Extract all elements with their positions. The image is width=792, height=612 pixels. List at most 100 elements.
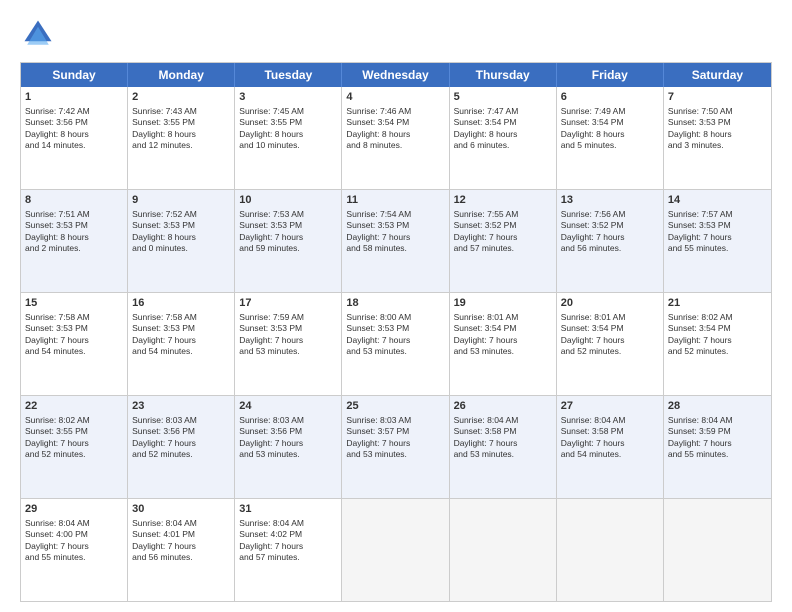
day-number: 31 — [239, 502, 337, 517]
day-info: Sunrise: 7:43 AM — [132, 106, 230, 117]
day-info: Daylight: 7 hours — [668, 438, 767, 449]
day-info: Sunrise: 7:46 AM — [346, 106, 444, 117]
day-number: 26 — [454, 399, 552, 414]
day-number: 28 — [668, 399, 767, 414]
calendar-row: 15Sunrise: 7:58 AMSunset: 3:53 PMDayligh… — [21, 293, 771, 396]
day-info: and 53 minutes. — [346, 346, 444, 357]
calendar-cell: 21Sunrise: 8:02 AMSunset: 3:54 PMDayligh… — [664, 293, 771, 395]
day-info: Sunrise: 7:42 AM — [25, 106, 123, 117]
calendar-cell: 6Sunrise: 7:49 AMSunset: 3:54 PMDaylight… — [557, 87, 664, 189]
day-number: 29 — [25, 502, 123, 517]
day-info: Sunset: 3:54 PM — [561, 323, 659, 334]
day-info: Daylight: 8 hours — [132, 129, 230, 140]
day-info: Daylight: 8 hours — [25, 232, 123, 243]
calendar-cell: 18Sunrise: 8:00 AMSunset: 3:53 PMDayligh… — [342, 293, 449, 395]
day-info: Sunset: 3:54 PM — [454, 117, 552, 128]
day-info: Sunset: 3:54 PM — [561, 117, 659, 128]
day-info: Sunrise: 7:53 AM — [239, 209, 337, 220]
day-info: Daylight: 7 hours — [346, 335, 444, 346]
calendar-cell: 16Sunrise: 7:58 AMSunset: 3:53 PMDayligh… — [128, 293, 235, 395]
day-info: Daylight: 8 hours — [25, 129, 123, 140]
calendar-row: 8Sunrise: 7:51 AMSunset: 3:53 PMDaylight… — [21, 190, 771, 293]
day-info: and 53 minutes. — [454, 346, 552, 357]
header — [20, 16, 772, 52]
calendar-cell: 19Sunrise: 8:01 AMSunset: 3:54 PMDayligh… — [450, 293, 557, 395]
day-info: and 3 minutes. — [668, 140, 767, 151]
day-info: Sunset: 4:02 PM — [239, 529, 337, 540]
calendar-cell: 1Sunrise: 7:42 AMSunset: 3:56 PMDaylight… — [21, 87, 128, 189]
day-info: Daylight: 7 hours — [454, 335, 552, 346]
day-info: Sunset: 3:53 PM — [25, 220, 123, 231]
day-number: 30 — [132, 502, 230, 517]
day-info: Daylight: 7 hours — [454, 438, 552, 449]
day-info: Sunset: 3:54 PM — [346, 117, 444, 128]
day-info: and 55 minutes. — [668, 449, 767, 460]
day-info: and 56 minutes. — [132, 552, 230, 563]
day-info: Sunrise: 7:52 AM — [132, 209, 230, 220]
day-info: Sunset: 3:52 PM — [561, 220, 659, 231]
calendar-cell — [342, 499, 449, 601]
calendar-cell: 28Sunrise: 8:04 AMSunset: 3:59 PMDayligh… — [664, 396, 771, 498]
calendar-cell: 29Sunrise: 8:04 AMSunset: 4:00 PMDayligh… — [21, 499, 128, 601]
day-info: Daylight: 7 hours — [132, 541, 230, 552]
day-info: Daylight: 7 hours — [668, 232, 767, 243]
day-info: Daylight: 7 hours — [239, 438, 337, 449]
weekday-header: Thursday — [450, 63, 557, 87]
calendar-cell: 14Sunrise: 7:57 AMSunset: 3:53 PMDayligh… — [664, 190, 771, 292]
calendar-cell: 12Sunrise: 7:55 AMSunset: 3:52 PMDayligh… — [450, 190, 557, 292]
day-info: Daylight: 8 hours — [668, 129, 767, 140]
day-number: 3 — [239, 90, 337, 105]
calendar-cell: 3Sunrise: 7:45 AMSunset: 3:55 PMDaylight… — [235, 87, 342, 189]
day-info: and 8 minutes. — [346, 140, 444, 151]
day-info: Daylight: 7 hours — [346, 438, 444, 449]
calendar-cell — [664, 499, 771, 601]
day-number: 23 — [132, 399, 230, 414]
calendar-cell: 27Sunrise: 8:04 AMSunset: 3:58 PMDayligh… — [557, 396, 664, 498]
day-info: Sunrise: 8:01 AM — [454, 312, 552, 323]
calendar-cell: 4Sunrise: 7:46 AMSunset: 3:54 PMDaylight… — [342, 87, 449, 189]
calendar-cell: 2Sunrise: 7:43 AMSunset: 3:55 PMDaylight… — [128, 87, 235, 189]
day-info: Sunset: 3:56 PM — [239, 426, 337, 437]
day-info: Daylight: 7 hours — [561, 335, 659, 346]
calendar-cell: 5Sunrise: 7:47 AMSunset: 3:54 PMDaylight… — [450, 87, 557, 189]
day-info: Sunset: 3:58 PM — [454, 426, 552, 437]
day-info: and 53 minutes. — [239, 346, 337, 357]
day-number: 2 — [132, 90, 230, 105]
day-info: Sunrise: 7:54 AM — [346, 209, 444, 220]
day-info: Daylight: 7 hours — [25, 541, 123, 552]
day-info: Sunrise: 7:50 AM — [668, 106, 767, 117]
day-info: Sunrise: 8:01 AM — [561, 312, 659, 323]
day-info: Daylight: 7 hours — [668, 335, 767, 346]
day-info: Daylight: 8 hours — [454, 129, 552, 140]
day-number: 10 — [239, 193, 337, 208]
day-info: Daylight: 7 hours — [239, 541, 337, 552]
day-info: Sunrise: 8:03 AM — [239, 415, 337, 426]
day-info: and 53 minutes. — [239, 449, 337, 460]
day-info: and 54 minutes. — [561, 449, 659, 460]
calendar-cell: 31Sunrise: 8:04 AMSunset: 4:02 PMDayligh… — [235, 499, 342, 601]
day-info: Daylight: 7 hours — [132, 438, 230, 449]
day-info: and 53 minutes. — [454, 449, 552, 460]
day-number: 20 — [561, 296, 659, 311]
day-info: Daylight: 8 hours — [346, 129, 444, 140]
day-info: Sunrise: 8:00 AM — [346, 312, 444, 323]
calendar-row: 22Sunrise: 8:02 AMSunset: 3:55 PMDayligh… — [21, 396, 771, 499]
calendar-cell: 15Sunrise: 7:58 AMSunset: 3:53 PMDayligh… — [21, 293, 128, 395]
day-number: 1 — [25, 90, 123, 105]
day-number: 6 — [561, 90, 659, 105]
day-info: Sunset: 3:58 PM — [561, 426, 659, 437]
day-info: Daylight: 7 hours — [346, 232, 444, 243]
day-info: and 52 minutes. — [132, 449, 230, 460]
calendar: SundayMondayTuesdayWednesdayThursdayFrid… — [20, 62, 772, 602]
calendar-cell — [450, 499, 557, 601]
day-info: Sunset: 3:53 PM — [132, 323, 230, 334]
day-info: and 52 minutes. — [561, 346, 659, 357]
calendar-header: SundayMondayTuesdayWednesdayThursdayFrid… — [21, 63, 771, 87]
day-info: Sunset: 3:53 PM — [668, 117, 767, 128]
weekday-header: Saturday — [664, 63, 771, 87]
day-number: 4 — [346, 90, 444, 105]
day-info: Daylight: 7 hours — [454, 232, 552, 243]
day-info: Sunrise: 8:03 AM — [132, 415, 230, 426]
day-info: Sunset: 3:55 PM — [25, 426, 123, 437]
day-info: Sunset: 3:56 PM — [25, 117, 123, 128]
